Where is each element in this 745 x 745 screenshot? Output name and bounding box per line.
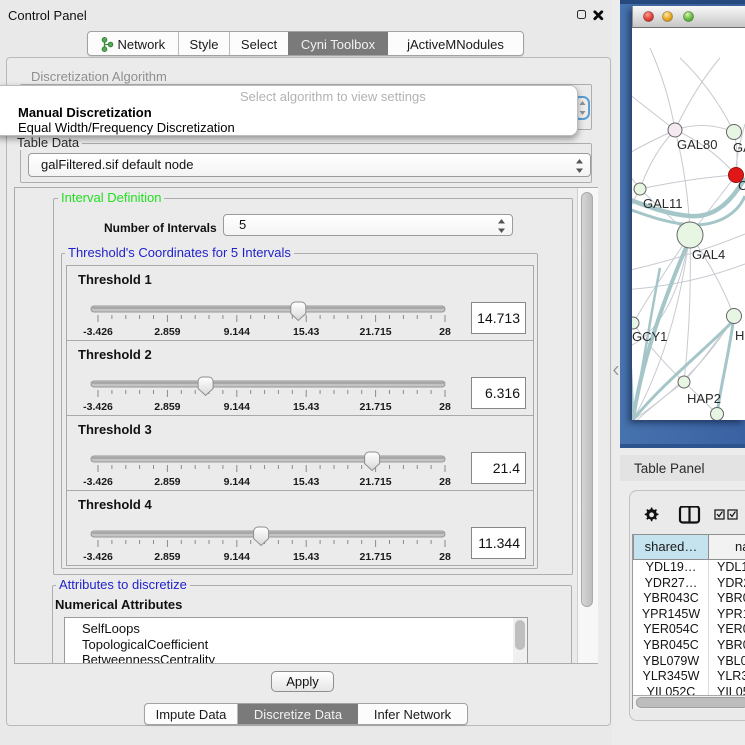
svg-text:2.859: 2.859	[154, 401, 180, 413]
svg-text:28: 28	[439, 551, 451, 563]
svg-text:-3.426: -3.426	[83, 551, 113, 563]
svg-text:2.859: 2.859	[154, 551, 180, 563]
svg-text:HIS4: HIS4	[735, 328, 745, 343]
svg-text:GAL2: GAL2	[733, 140, 745, 155]
svg-text:GAL11: GAL11	[643, 196, 683, 211]
svg-text:28: 28	[439, 476, 451, 488]
svg-text:2.859: 2.859	[154, 476, 180, 488]
svg-text:9.144: 9.144	[224, 326, 250, 338]
svg-text:2.859: 2.859	[154, 326, 180, 338]
svg-text:21.715: 21.715	[360, 326, 392, 338]
svg-text:21.715: 21.715	[360, 401, 392, 413]
svg-text:9.144: 9.144	[224, 551, 250, 563]
svg-text:21.715: 21.715	[360, 476, 392, 488]
svg-text:15.43: 15.43	[293, 476, 319, 488]
svg-text:GCY1: GCY1	[632, 329, 667, 344]
svg-text:21.715: 21.715	[360, 551, 392, 563]
svg-text:HAP2: HAP2	[687, 391, 721, 406]
svg-text:-3.426: -3.426	[83, 326, 113, 338]
svg-text:-3.426: -3.426	[83, 401, 113, 413]
svg-text:28: 28	[439, 401, 451, 413]
svg-text:28: 28	[439, 326, 451, 338]
svg-text:-3.426: -3.426	[83, 476, 113, 488]
svg-text:15.43: 15.43	[293, 326, 319, 338]
svg-text:9.144: 9.144	[224, 401, 250, 413]
svg-text:GAL4: GAL4	[692, 247, 725, 262]
svg-text:15.43: 15.43	[293, 551, 319, 563]
svg-text:GAL80: GAL80	[677, 137, 717, 152]
svg-text:9.144: 9.144	[224, 476, 250, 488]
svg-text:15.43: 15.43	[293, 401, 319, 413]
svg-text:CDC: CDC	[738, 178, 745, 193]
